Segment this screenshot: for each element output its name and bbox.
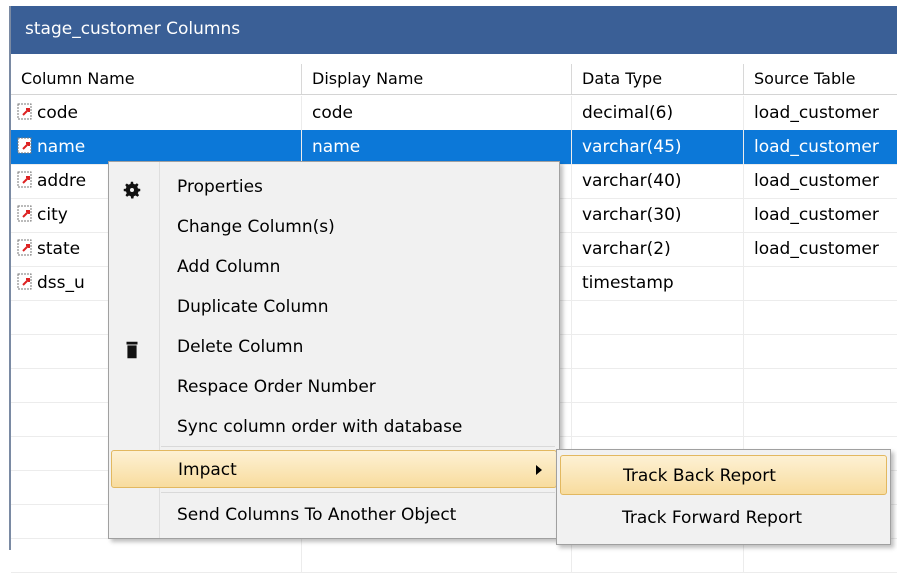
column-icon (17, 171, 35, 189)
menu-item-label: Track Back Report (623, 466, 776, 486)
cell-source-table: load_customer (754, 205, 879, 225)
context-menu: Properties Change Column(s) Add Column Dupl… (108, 161, 560, 539)
cell-data-type: varchar(2) (572, 232, 744, 266)
menu-item-label: Duplicate Column (177, 297, 329, 317)
empty-cell (572, 334, 744, 368)
menu-item-respace-order-number[interactable]: Respace Order Number (111, 368, 557, 406)
menu-item-label: Delete Column (177, 337, 304, 357)
cell-source-table: load_customer (754, 171, 879, 191)
empty-cell (572, 402, 744, 436)
empty-cell (572, 368, 744, 402)
impact-submenu: Track Back Report Track Forward Report (556, 449, 891, 545)
column-icon (17, 273, 35, 291)
menu-separator (161, 492, 555, 493)
cell-column-name: name (11, 130, 302, 164)
cell-data-type: timestamp (572, 266, 744, 300)
menu-item-label: Respace Order Number (177, 377, 376, 397)
column-icon (17, 137, 35, 155)
empty-cell (744, 368, 897, 402)
cell-data-type: varchar(30) (572, 198, 744, 232)
panel-title: stage_customer Columns (11, 6, 897, 54)
menu-item-change-column-s[interactable]: Change Column(s) (111, 208, 557, 246)
menu-item-label: Sync column order with database (177, 417, 463, 437)
menu-item-sync-column-order-with-database[interactable]: Sync column order with database (111, 408, 557, 446)
cell-data-type: decimal(6) (572, 96, 744, 130)
column-icon (17, 103, 35, 121)
menu-item-label: Change Column(s) (177, 217, 335, 237)
menu-item-duplicate-column[interactable]: Duplicate Column (111, 288, 557, 326)
table-row[interactable]: code code decimal(6) load_customer (11, 96, 897, 131)
column-icon (17, 205, 35, 223)
column-icon (17, 239, 35, 257)
menu-item-track-forward-report[interactable]: Track Forward Report (560, 498, 887, 538)
menu-item-add-column[interactable]: Add Column (111, 248, 557, 286)
menu-separator (161, 446, 555, 447)
cell-display-name: name (302, 130, 572, 164)
cell-source-table: load_customer (754, 137, 879, 157)
header-column-name[interactable]: Column Name (11, 64, 302, 94)
menu-item-track-back-report[interactable]: Track Back Report (560, 455, 887, 495)
trash-icon (121, 337, 143, 359)
menu-item-label: Properties (177, 177, 263, 197)
cell-source-table (744, 266, 897, 300)
menu-item-properties[interactable]: Properties (111, 168, 557, 206)
menu-item-label: Track Forward Report (622, 508, 803, 528)
empty-cell (744, 402, 897, 436)
menu-item-delete-column[interactable]: Delete Column (111, 328, 557, 366)
empty-cell (744, 334, 897, 368)
header-data-type[interactable]: Data Type (572, 64, 744, 94)
menu-item-impact[interactable]: Impact (111, 450, 557, 488)
column-name-text: name (37, 137, 86, 157)
column-name-text: addre (37, 171, 87, 191)
gear-icon (121, 177, 143, 199)
column-name-text: state (37, 239, 81, 259)
empty-cell (744, 300, 897, 334)
cell-data-type: varchar(40) (572, 164, 744, 198)
column-name-text: code (37, 103, 78, 123)
column-header-row: Column Name Display Name Data Type Sourc… (11, 64, 897, 95)
cell-source-table: load_customer (754, 239, 879, 259)
cell-data-type: varchar(45) (572, 130, 744, 164)
table-row[interactable]: name name varchar(45) load_customer (11, 130, 897, 165)
column-name-text: dss_u (37, 273, 85, 293)
empty-cell (302, 538, 572, 572)
header-source-table[interactable]: Source Table (744, 64, 897, 94)
submenu-arrow-icon (536, 465, 542, 475)
menu-item-send-columns-to-another-object[interactable]: Send Columns To Another Object (111, 496, 557, 534)
header-display-name[interactable]: Display Name (302, 64, 572, 94)
menu-item-label: Send Columns To Another Object (177, 505, 457, 525)
column-name-text: city (37, 205, 68, 225)
cell-source-table: load_customer (754, 103, 879, 123)
empty-cell (572, 300, 744, 334)
cell-column-name: code (11, 96, 302, 130)
cell-display-name: code (302, 96, 572, 130)
empty-cell (11, 538, 302, 572)
menu-item-label: Add Column (177, 257, 281, 277)
menu-item-label: Impact (178, 460, 237, 480)
